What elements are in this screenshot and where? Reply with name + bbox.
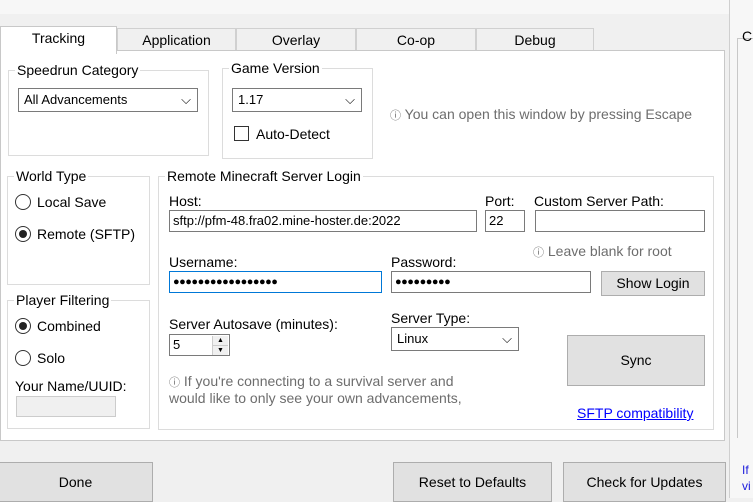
server-type-select[interactable]: Linux ⌵ (391, 327, 519, 351)
port-input[interactable]: 22 (485, 210, 525, 232)
autosave-stepper[interactable]: 5 ▲ ▼ (169, 334, 230, 356)
custom-path-input[interactable] (535, 210, 705, 232)
leave-blank-hint: ⓘ Leave blank for root (533, 243, 672, 262)
port-label: Port: (485, 193, 515, 209)
reset-defaults-button[interactable]: Reset to Defaults (393, 462, 552, 502)
survival-hint-text-1: If you're connecting to a survival serve… (183, 373, 454, 389)
chevron-down-icon: ⌵ (502, 331, 512, 346)
world-type-title: World Type (14, 167, 89, 185)
sftp-compatibility-link[interactable]: SFTP compatibility (577, 405, 693, 421)
autosave-label: Server Autosave (minutes): (169, 316, 338, 332)
custom-path-label: Custom Server Path: (534, 193, 664, 209)
check-updates-button[interactable]: Check for Updates (563, 462, 726, 502)
host-label: Host: (169, 193, 202, 209)
auto-detect-checkbox[interactable] (234, 126, 249, 141)
player-filtering-title: Player Filtering (14, 291, 112, 309)
game-version-value: 1.17 (238, 92, 264, 107)
player-filtering-group: Player Filtering Combined Solo Your Name… (7, 291, 150, 429)
adjacent-panel-border (737, 38, 753, 438)
chevron-down-icon: ⌵ (181, 92, 191, 107)
speedrun-category-value: All Advancements (24, 92, 128, 107)
password-input[interactable]: ●●●●●●●●● (391, 271, 591, 293)
username-label: Username: (169, 254, 238, 270)
tab-tracking[interactable]: Tracking (0, 26, 117, 54)
tab-coop[interactable]: Co-op (356, 28, 476, 52)
escape-hint-text: You can open this window by pressing Esc… (404, 106, 693, 122)
escape-hint: ⓘ You can open this window by pressing E… (390, 106, 692, 125)
tab-label: Overlay (271, 32, 321, 48)
spin-up-icon[interactable]: ▲ (213, 336, 228, 346)
server-login-group: Remote Minecraft Server Login Host: sftp… (158, 167, 714, 430)
autosave-spinner[interactable]: ▲ ▼ (212, 336, 228, 355)
server-type-label: Server Type: (391, 310, 471, 326)
host-input[interactable]: sftp://pfm-48.fra02.mine-hoster.de:2022 (169, 210, 477, 232)
name-uuid-label: Your Name/UUID: (15, 378, 127, 394)
chevron-down-icon: ⌵ (345, 92, 355, 107)
password-label: Password: (391, 254, 457, 270)
title-strip (0, 0, 753, 14)
adjacent-panel-letter: C (742, 28, 753, 44)
tab-overlay[interactable]: Overlay (236, 28, 356, 52)
server-login-title: Remote Minecraft Server Login (165, 167, 363, 185)
solo-label: Solo (37, 350, 66, 366)
speedrun-category-group: Speedrun Category All Advancements ⌵ (8, 61, 209, 156)
info-icon: ⓘ (169, 377, 180, 389)
spin-down-icon[interactable]: ▼ (213, 346, 228, 355)
game-version-group: Game Version 1.17 ⌵ Auto-Detect (222, 59, 373, 159)
tab-label: Application (142, 32, 211, 48)
username-input[interactable]: ●●●●●●●●●●●●●●●●● (169, 271, 382, 293)
tab-label: Debug (514, 32, 556, 48)
local-save-label: Local Save (37, 194, 107, 210)
autosave-value: 5 (173, 337, 181, 352)
tracking-panel: Speedrun Category All Advancements ⌵ Gam… (0, 50, 725, 441)
combined-label: Combined (37, 318, 101, 334)
radio-local-save[interactable] (15, 194, 31, 210)
radio-combined[interactable] (15, 318, 31, 334)
adjacent-panel-text: If vi (742, 463, 751, 493)
name-uuid-input[interactable] (16, 396, 116, 417)
tab-application[interactable]: Application (117, 28, 236, 52)
remote-sftp-label: Remote (SFTP) (37, 226, 136, 242)
game-version-select[interactable]: 1.17 ⌵ (232, 88, 362, 112)
done-button[interactable]: Done (0, 462, 153, 502)
tab-label: Co-op (396, 32, 436, 48)
sync-button[interactable]: Sync (567, 335, 705, 386)
speedrun-category-title: Speedrun Category (15, 61, 141, 79)
info-icon: ⓘ (533, 247, 544, 259)
show-login-button[interactable]: Show Login (601, 271, 705, 296)
info-icon: ⓘ (390, 110, 401, 122)
tab-debug[interactable]: Debug (476, 28, 594, 52)
server-type-value: Linux (397, 331, 429, 346)
survival-hint-line2: would like to only see your own advancem… (169, 390, 462, 406)
game-version-title: Game Version (229, 59, 322, 77)
tab-label: Tracking (31, 30, 86, 46)
radio-solo[interactable] (15, 350, 31, 366)
speedrun-category-select[interactable]: All Advancements ⌵ (18, 88, 198, 112)
auto-detect-label: Auto-Detect (256, 126, 330, 142)
leave-blank-text: Leave blank for root (547, 243, 672, 259)
world-type-group: World Type Local Save Remote (SFTP) (7, 167, 150, 285)
radio-remote-sftp[interactable] (15, 226, 31, 242)
